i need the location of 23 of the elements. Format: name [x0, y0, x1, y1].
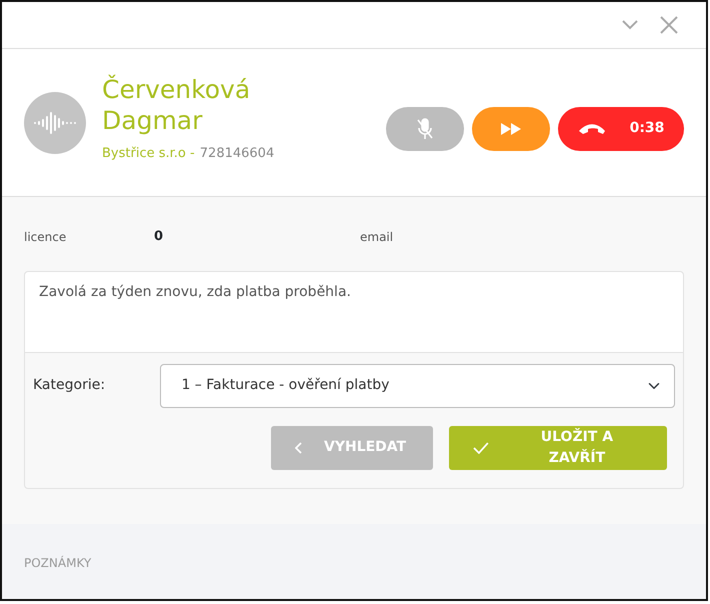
close-icon[interactable] [660, 16, 678, 34]
check-icon [473, 442, 489, 454]
note-field[interactable]: Zavolá za týden znovu, zda platba proběhla. [25, 272, 683, 352]
chevron-down-icon[interactable] [622, 20, 638, 30]
field-label: licence [24, 228, 68, 246]
chevron-left-icon [295, 442, 302, 454]
phone-number: 728146604 [200, 146, 274, 160]
contact-name: Dagmar [102, 104, 204, 136]
contact-name: Červenková [102, 74, 252, 104]
field-label: email [360, 228, 394, 246]
mute-button[interactable] [386, 106, 464, 150]
category-select[interactable]: 1 – Fakturace - ověření platby [160, 364, 675, 408]
section-title: POZNÁMKY [24, 556, 92, 570]
hang-up-button[interactable]: 0:38 [558, 106, 684, 150]
company-name: Bystřice s.r.o - [102, 146, 195, 160]
field-value: 0 [154, 228, 164, 246]
fast-forward-icon [500, 122, 522, 136]
sound-wave-icon [33, 110, 77, 136]
phone-icon [578, 122, 606, 134]
save-button[interactable]: ULOŽIT A ZAVŘÍT [449, 426, 667, 470]
muted-microphone-icon [416, 118, 434, 140]
forward-button[interactable] [472, 106, 550, 150]
category-label: Kategorie: [33, 376, 106, 395]
